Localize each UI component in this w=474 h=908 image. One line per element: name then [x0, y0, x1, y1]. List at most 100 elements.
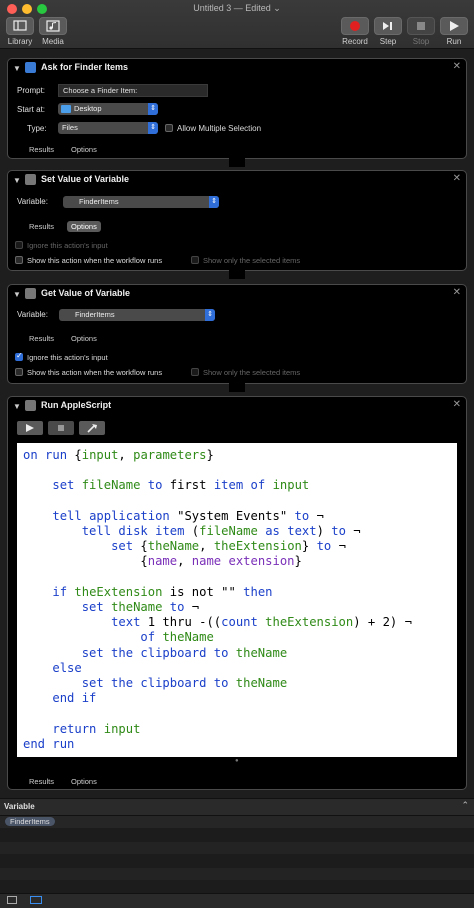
variable-icon	[25, 288, 36, 299]
window-title: Untitled 3 — Edited ⌄	[193, 3, 281, 13]
get-value-of-variable-panel: ▼ Get Value of Variable ✕ Variable: Find…	[7, 284, 467, 384]
empty-row	[0, 855, 474, 867]
tab-options[interactable]: Options	[67, 333, 101, 344]
close-icon[interactable]: ✕	[453, 61, 461, 72]
tab-results[interactable]: Results	[25, 333, 58, 344]
show-action-checkbox[interactable]	[15, 256, 23, 264]
script-editor[interactable]: on run {input, parameters} set fileName …	[17, 443, 457, 757]
start-at-value: Desktop	[74, 104, 102, 113]
disclosure-triangle-icon[interactable]: ▼	[13, 290, 21, 299]
disclosure-triangle-icon[interactable]: ▼	[13, 64, 21, 73]
panel-header: ▼ Get Value of Variable ✕	[8, 285, 466, 303]
connector	[229, 157, 245, 167]
finder-icon	[25, 62, 36, 73]
media-icon	[46, 20, 60, 32]
step-button[interactable]	[374, 17, 402, 35]
log-view-icon[interactable]	[7, 896, 17, 904]
start-at-popup[interactable]: Desktop ⇕	[58, 103, 158, 115]
chevron-updown-icon: ⇕	[148, 122, 158, 134]
panel-header: ▼ Run AppleScript ✕	[8, 397, 466, 415]
variable-value: FinderItems	[79, 197, 119, 206]
close-icon[interactable]: ✕	[453, 287, 461, 298]
run-script-icon	[26, 424, 34, 432]
bottom-bar	[0, 893, 474, 908]
tab-options[interactable]: Options	[67, 221, 101, 232]
record-icon	[350, 21, 360, 31]
variable-popup[interactable]: FinderItems ⇕	[63, 196, 219, 208]
show-action-label: Show this action when the workflow runs	[27, 368, 163, 377]
tab-results[interactable]: Results	[25, 144, 58, 155]
stop-button[interactable]	[407, 17, 435, 35]
ignore-input-checkbox[interactable]	[15, 241, 23, 249]
variable-row[interactable]: FinderItems	[0, 816, 474, 828]
variable-popup[interactable]: FinderItems ⇕	[59, 309, 215, 321]
panel-title: Run AppleScript	[41, 400, 112, 410]
variable-icon	[25, 174, 36, 185]
stop-script-icon	[58, 425, 64, 431]
collapse-chevron-icon[interactable]: ⌃	[461, 800, 469, 811]
tab-results[interactable]: Results	[25, 221, 58, 232]
prompt-label: Prompt:	[17, 86, 46, 95]
compile-button[interactable]	[79, 421, 105, 435]
stop-script-button[interactable]	[48, 421, 74, 435]
start-at-label: Start at:	[17, 105, 46, 114]
chevron-updown-icon: ⇕	[209, 196, 219, 208]
variable-token[interactable]: FinderItems	[5, 817, 55, 826]
type-popup[interactable]: Files ⇕	[58, 122, 158, 134]
set-value-of-variable-panel: ▼ Set Value of Variable ✕ Variable: Find…	[7, 170, 467, 271]
variable-label: Variable:	[17, 310, 48, 319]
empty-row	[0, 842, 474, 854]
chevron-updown-icon: ⇕	[148, 103, 158, 115]
show-action-checkbox[interactable]	[15, 368, 23, 376]
show-selected-label: Show only the selected items	[203, 368, 301, 377]
record-button[interactable]	[341, 17, 369, 35]
disclosure-triangle-icon[interactable]: ▼	[13, 176, 21, 185]
disclosure-triangle-icon[interactable]: ▼	[13, 402, 21, 411]
ignore-input-label: Ignore this action's input	[27, 241, 108, 250]
variables-header: Variable ⌃	[0, 798, 474, 816]
ignore-input-label: Ignore this action's input	[27, 353, 108, 362]
prompt-field[interactable]: Choose a Finder Item:	[58, 84, 208, 97]
empty-row	[0, 881, 474, 893]
panel-title: Set Value of Variable	[41, 174, 130, 184]
step-icon	[383, 22, 392, 30]
stop-icon	[417, 22, 425, 30]
tab-options[interactable]: Options	[67, 144, 101, 155]
empty-row	[0, 829, 474, 841]
close-icon[interactable]: ✕	[453, 399, 461, 410]
library-button[interactable]	[6, 17, 34, 35]
variable-value: FinderItems	[75, 310, 115, 319]
connector	[229, 382, 245, 392]
run-button[interactable]	[440, 17, 468, 35]
tab-results[interactable]: Results	[25, 776, 58, 787]
window-toolbar: Untitled 3 — Edited ⌄ Library Media Reco…	[0, 0, 474, 49]
variable-view-icon[interactable]	[30, 896, 42, 904]
close-icon[interactable]: ✕	[453, 173, 461, 184]
panel-title: Ask for Finder Items	[41, 62, 129, 72]
run-script-button[interactable]	[17, 421, 43, 435]
folder-icon	[61, 105, 71, 113]
media-label: Media	[42, 37, 64, 46]
script-icon	[25, 400, 36, 411]
run-label: Run	[446, 37, 462, 46]
variables-pane: Variable ⌃ FinderItems	[0, 798, 474, 908]
variables-header-label: Variable	[4, 802, 35, 811]
ignore-input-checkbox[interactable]: ✓	[15, 351, 23, 361]
ask-for-finder-items-panel: ▼ Ask for Finder Items ✕ Prompt: Choose …	[7, 58, 467, 159]
media-button[interactable]	[39, 17, 67, 35]
show-selected-label: Show only the selected items	[203, 256, 301, 265]
tab-options[interactable]: Options	[67, 776, 101, 787]
allow-multiple-checkbox[interactable]	[165, 124, 173, 132]
show-selected-checkbox[interactable]	[191, 256, 199, 264]
run-applescript-panel: ▼ Run AppleScript ✕ on run {input, param…	[7, 396, 467, 790]
empty-row	[0, 868, 474, 880]
panel-header: ▼ Set Value of Variable ✕	[8, 171, 466, 189]
library-icon	[13, 20, 27, 31]
panel-header: ▼ Ask for Finder Items ✕	[8, 59, 466, 77]
panel-title: Get Value of Variable	[41, 288, 131, 298]
connector	[229, 269, 245, 279]
show-selected-checkbox[interactable]	[191, 368, 199, 376]
chevron-updown-icon: ⇕	[205, 309, 215, 321]
resize-handle-icon[interactable]: ●	[235, 758, 239, 764]
compile-icon	[87, 424, 97, 433]
